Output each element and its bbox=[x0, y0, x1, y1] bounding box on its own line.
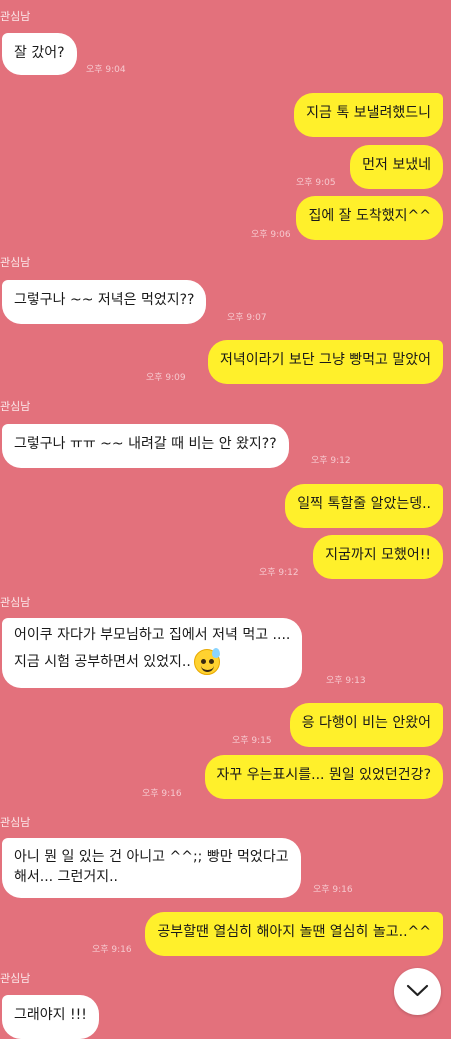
sender-name: 관심남 bbox=[0, 816, 31, 829]
sender-name: 관심남 bbox=[0, 256, 31, 269]
message-text: 일찍 톡할줄 알았는뎅.. bbox=[297, 496, 431, 512]
message-bubble-outgoing[interactable]: 일찍 톡할줄 알았는뎅.. bbox=[285, 484, 443, 528]
message-bubble-outgoing[interactable]: 저녁이라기 보단 그냥 빵먹고 말았어 bbox=[208, 340, 443, 384]
message-bubble-outgoing[interactable]: 먼저 보냈네 bbox=[350, 145, 443, 189]
message-bubble-incoming[interactable]: 아니 뭔 일 있는 건 아니고 ^^;; 빵만 먹었다고 해서... 그런거지.… bbox=[2, 838, 301, 898]
message-text: 지금 톡 보낼려했드니 bbox=[306, 105, 431, 121]
message-text-line: 어이쿠 자다가 부모님하고 집에서 저녁 먹고 .... bbox=[14, 627, 291, 643]
message-text: 그렇구나 ㅠㅠ ~~ 내려갈 때 비는 안 왔지?? bbox=[14, 436, 277, 452]
message-time: 오후 9:12 bbox=[259, 568, 299, 578]
message-text: 그렇구나 ~~ 저녁은 먹었지?? bbox=[14, 292, 195, 308]
message-bubble-outgoing[interactable]: 집에 잘 도착했지^^ bbox=[296, 196, 443, 240]
message-text: 집에 잘 도착했지^^ bbox=[308, 208, 431, 224]
message-text: 잘 갔어? bbox=[14, 45, 65, 61]
message-time: 오후 9:13 bbox=[326, 676, 366, 686]
message-time: 오후 9:04 bbox=[86, 65, 126, 75]
chevron-down-icon bbox=[406, 984, 429, 997]
message-text-line: 해서... 그런거지.. bbox=[14, 869, 118, 885]
sender-name: 관심남 bbox=[0, 400, 31, 413]
message-time: 오후 9:16 bbox=[313, 885, 353, 895]
message-text: 저녁이라기 보단 그냥 빵먹고 말았어 bbox=[220, 352, 431, 368]
message-time: 오후 9:16 bbox=[92, 945, 132, 955]
sender-name: 관심남 bbox=[0, 10, 31, 23]
sender-name: 관심남 bbox=[0, 596, 31, 609]
message-text: 자꾸 우는표시를... 뭔일 있었던건강? bbox=[216, 767, 431, 783]
message-time: 오후 9:05 bbox=[296, 178, 336, 188]
sender-name: 관심남 bbox=[0, 972, 31, 985]
message-time: 오후 9:12 bbox=[311, 456, 351, 466]
message-text-line: 지금 시험 공부하면서 있었지.. bbox=[14, 654, 191, 670]
message-text: 그래야지 !!! bbox=[14, 1007, 87, 1023]
message-time: 오후 9:07 bbox=[227, 313, 267, 323]
message-bubble-incoming[interactable]: 그렇구나 ㅠㅠ ~~ 내려갈 때 비는 안 왔지?? bbox=[2, 424, 289, 468]
message-bubble-outgoing[interactable]: 응 다행이 비는 안왔어 bbox=[289, 703, 443, 747]
message-time: 오후 9:09 bbox=[146, 373, 186, 383]
message-bubble-incoming[interactable]: 어이쿠 자다가 부모님하고 집에서 저녁 먹고 .... 지금 시험 공부하면서… bbox=[2, 618, 303, 688]
message-bubble-outgoing[interactable]: 자꾸 우는표시를... 뭔일 있었던건강? bbox=[204, 755, 443, 799]
message-time: 오후 9:15 bbox=[232, 736, 272, 746]
message-bubble-outgoing[interactable]: 지금 톡 보낼려했드니 bbox=[294, 93, 443, 137]
message-time: 오후 9:16 bbox=[142, 789, 182, 799]
sweat-smile-emoji-icon bbox=[193, 648, 220, 675]
scroll-to-bottom-button[interactable] bbox=[394, 968, 441, 1015]
message-text: 응 다행이 비는 안왔어 bbox=[301, 715, 431, 731]
message-bubble-outgoing[interactable]: 지굼까지 모했어!! bbox=[313, 535, 443, 579]
message-text: 지굼까지 모했어!! bbox=[325, 547, 431, 563]
message-text: 먼저 보냈네 bbox=[362, 157, 431, 173]
message-bubble-incoming[interactable]: 그래야지 !!! bbox=[2, 995, 99, 1039]
message-bubble-incoming[interactable]: 그렇구나 ~~ 저녁은 먹었지?? bbox=[2, 280, 207, 324]
message-text-line: 아니 뭔 일 있는 건 아니고 ^^;; 빵만 먹었다고 bbox=[14, 849, 289, 865]
message-bubble-outgoing[interactable]: 공부할땐 열심히 해아지 놀땐 열심히 놀고..^^ bbox=[145, 912, 443, 956]
message-time: 오후 9:06 bbox=[251, 230, 291, 240]
message-bubble-incoming[interactable]: 잘 갔어? bbox=[2, 33, 77, 75]
message-text: 공부할땐 열심히 해아지 놀땐 열심히 놀고..^^ bbox=[157, 924, 431, 940]
